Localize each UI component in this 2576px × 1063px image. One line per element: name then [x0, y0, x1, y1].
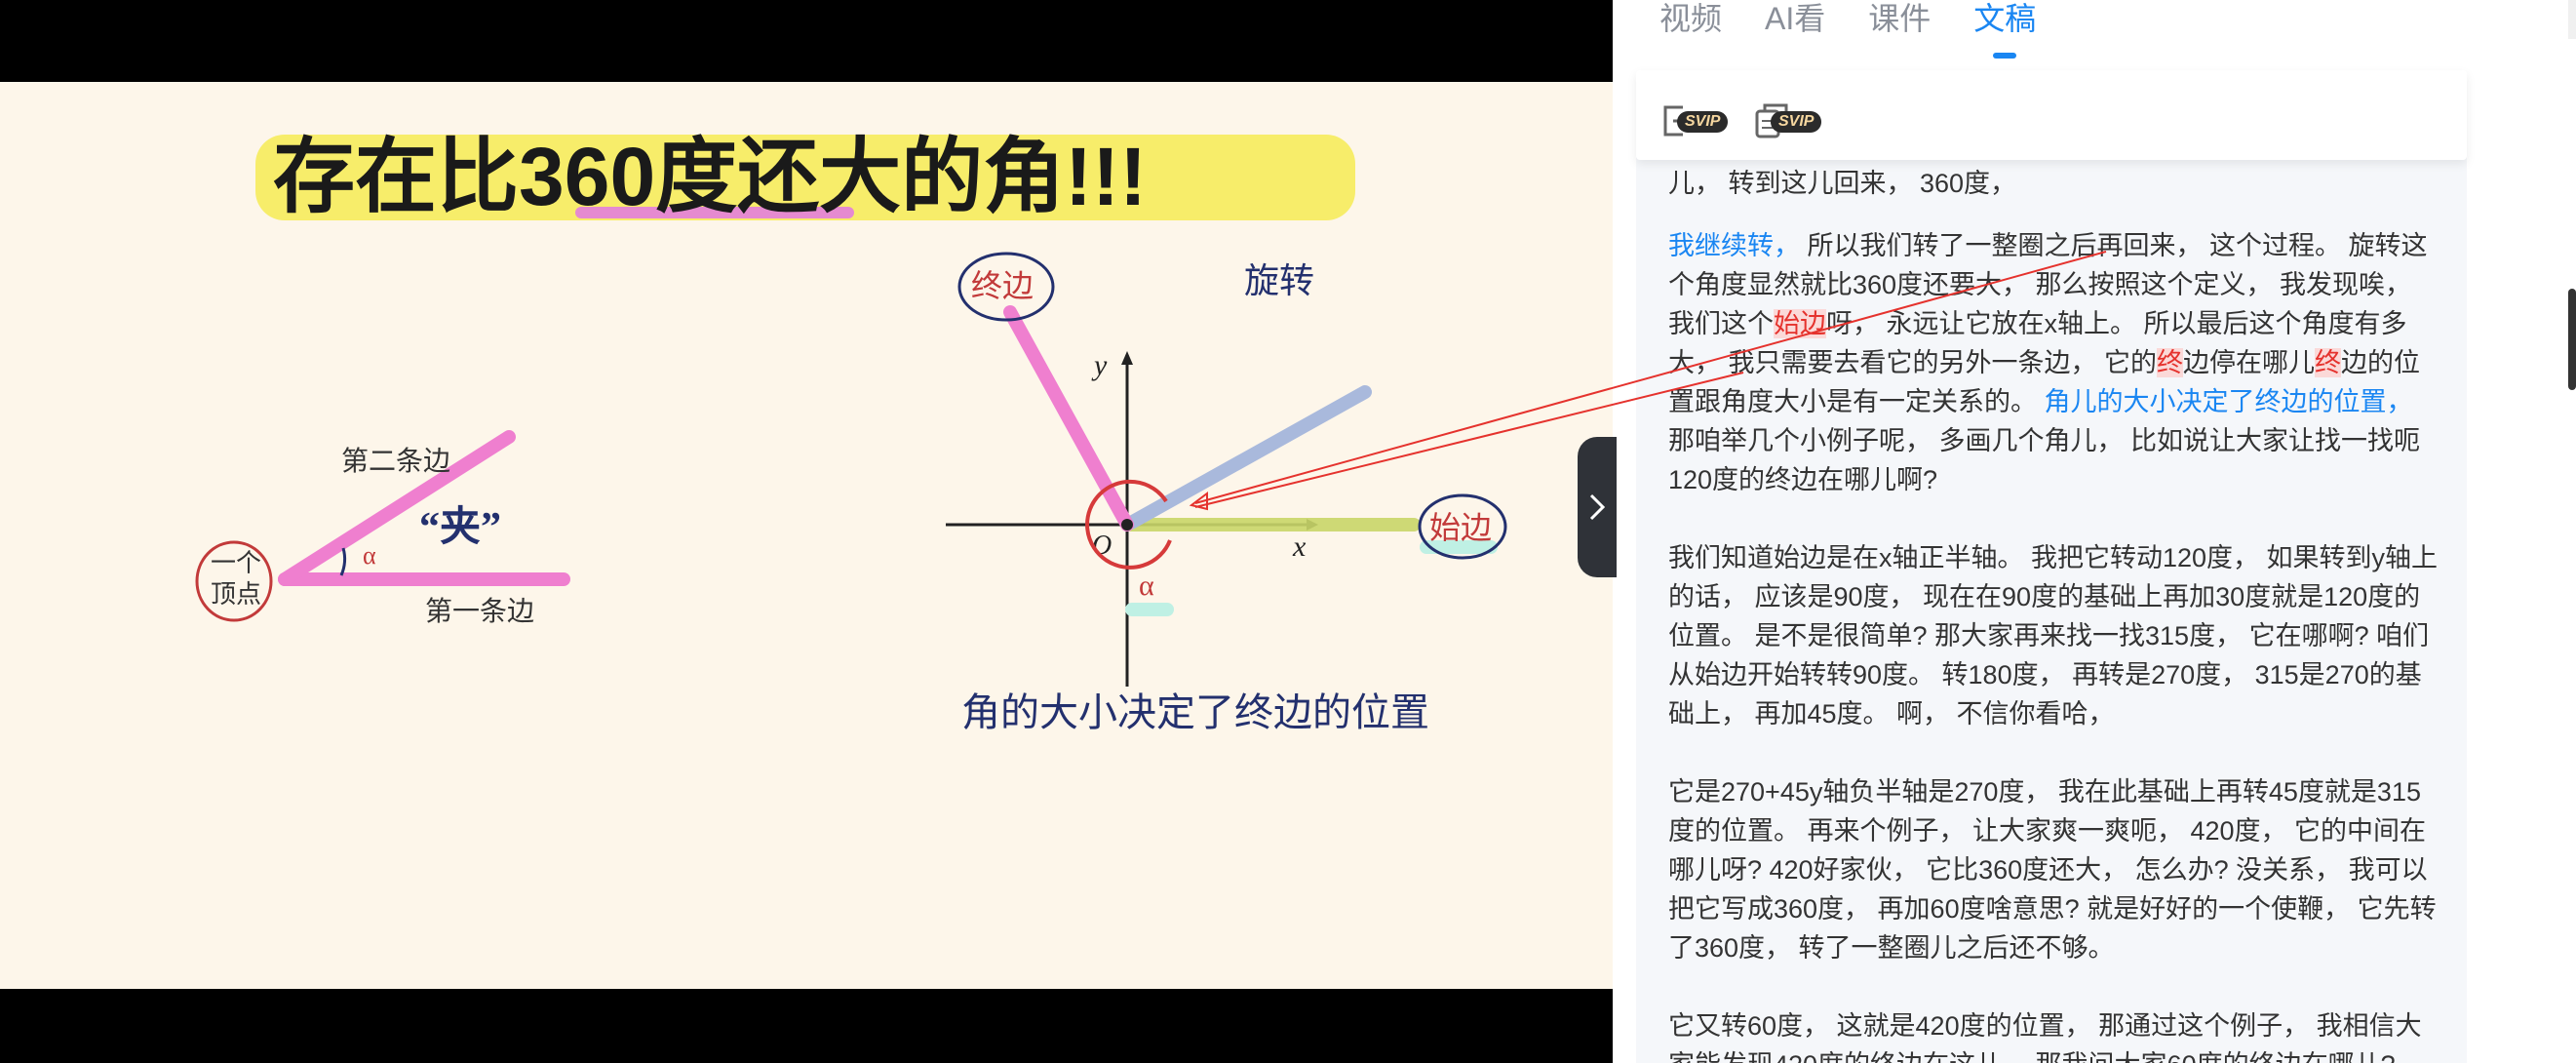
tab-transcript[interactable]: 文稿 [1973, 0, 2037, 59]
text-run: 那咱举几个小例子呢， 多画几个角儿， 比如说让大家让找一找呃120度的终边在哪儿… [1668, 426, 2421, 494]
rotated-side-line [1124, 385, 1372, 530]
first-edge-label: 第一条边 [425, 596, 534, 627]
transcript-toolbar: SVIP SVIP [1636, 70, 2467, 160]
x-axis-label: x [1292, 531, 1307, 563]
copy-button[interactable]: SVIP [1751, 92, 1839, 150]
slide-caption: 角的大小决定了终边的位置 [961, 690, 1429, 734]
left-alpha: α [363, 541, 376, 570]
transcript-line: 儿， 转到这儿回来， 360度， [1668, 169, 2017, 198]
highlighted-phrase: 终 [2157, 348, 2184, 377]
terminal-side-line [1003, 305, 1134, 532]
chevron-right-icon [1589, 493, 1606, 521]
text-run: 边停在哪儿 [2183, 348, 2316, 377]
transcript-paragraph: 它是270+45y轴负半轴是270度， 我在此基础上再转45度就是315度的位置… [1668, 777, 2437, 963]
scrollbar-thumb[interactable] [2568, 289, 2576, 390]
tab-courseware[interactable]: 课件 [1868, 0, 1931, 47]
svip-badge: SVIP [1677, 111, 1729, 133]
y-axis-arrow [1121, 351, 1133, 365]
right-alpha: α [1139, 570, 1154, 602]
highlighted-phrase: 终 [2315, 348, 2342, 377]
highlighted-phrase: 角儿的大小决定了终边的位置， [2044, 387, 2413, 416]
tab-active-indicator [1993, 53, 2017, 59]
slide-frame: 存在比360度还大的角!!! 一个 顶点 第二条边 “夹” 第一条边 α y x… [0, 82, 1613, 989]
highlighted-phrase: 始边 [1774, 309, 1826, 338]
initial-label: 始边 [1429, 510, 1492, 545]
highlighted-phrase: 我继续转， [1668, 231, 1800, 260]
vertex-label-2: 顶点 [211, 580, 261, 609]
export-button[interactable]: SVIP [1658, 92, 1745, 150]
svip-badge: SVIP [1771, 111, 1822, 133]
rotate-label: 旋转 [1244, 261, 1314, 300]
tab-bar: 视频 AI看 课件 文稿 [1659, 0, 2037, 59]
vertex-label-1: 一个 [211, 549, 261, 577]
transcript-paragraph: 我们知道始边是在x轴正半轴。 我把它转动120度， 如果转到y轴上的话， 应该是… [1668, 543, 2439, 728]
transcript-paragraph: 它又转60度， 这就是420度的位置， 那通过这个例子， 我相信大家能发现420… [1668, 1011, 2422, 1063]
alpha-highlight [1125, 603, 1174, 616]
tab-ai-watch[interactable]: AI看 [1765, 0, 1825, 47]
second-edge-label: 第二条边 [341, 446, 450, 477]
tab-transcript-label: 文稿 [1973, 1, 2037, 36]
terminal-label: 终边 [971, 268, 1034, 303]
video-player[interactable]: 存在比360度还大的角!!! 一个 顶点 第二条边 “夹” 第一条边 α y x… [0, 0, 1613, 1063]
side-panel: 视频 AI看 课件 文稿 SVIP SVIP 儿， 转到这儿回来， 360度， … [1613, 0, 2576, 1063]
scrollbar-track [2568, 0, 2576, 39]
slide-canvas: 存在比360度还大的角!!! 一个 顶点 第二条边 “夹” 第一条边 α y x… [195, 131, 1507, 734]
transcript-body[interactable]: 儿， 转到这儿回来， 360度， 我继续转， 所以我们转了一整圈之后再回来， 这… [1636, 156, 2467, 1063]
y-axis-label: y [1091, 349, 1108, 381]
transcript-paragraph: 我继续转， 所以我们转了一整圈之后再回来， 这个过程。 旋转这个角度显然就比36… [1636, 226, 2467, 499]
left-angle-arc [339, 547, 347, 576]
origin-point [1121, 519, 1133, 531]
slide-title: 存在比360度还大的角!!! [273, 131, 1147, 222]
collapse-panel-button[interactable] [1578, 437, 1617, 577]
jia-label: “夹” [419, 504, 501, 550]
tab-video[interactable]: 视频 [1659, 0, 1722, 47]
